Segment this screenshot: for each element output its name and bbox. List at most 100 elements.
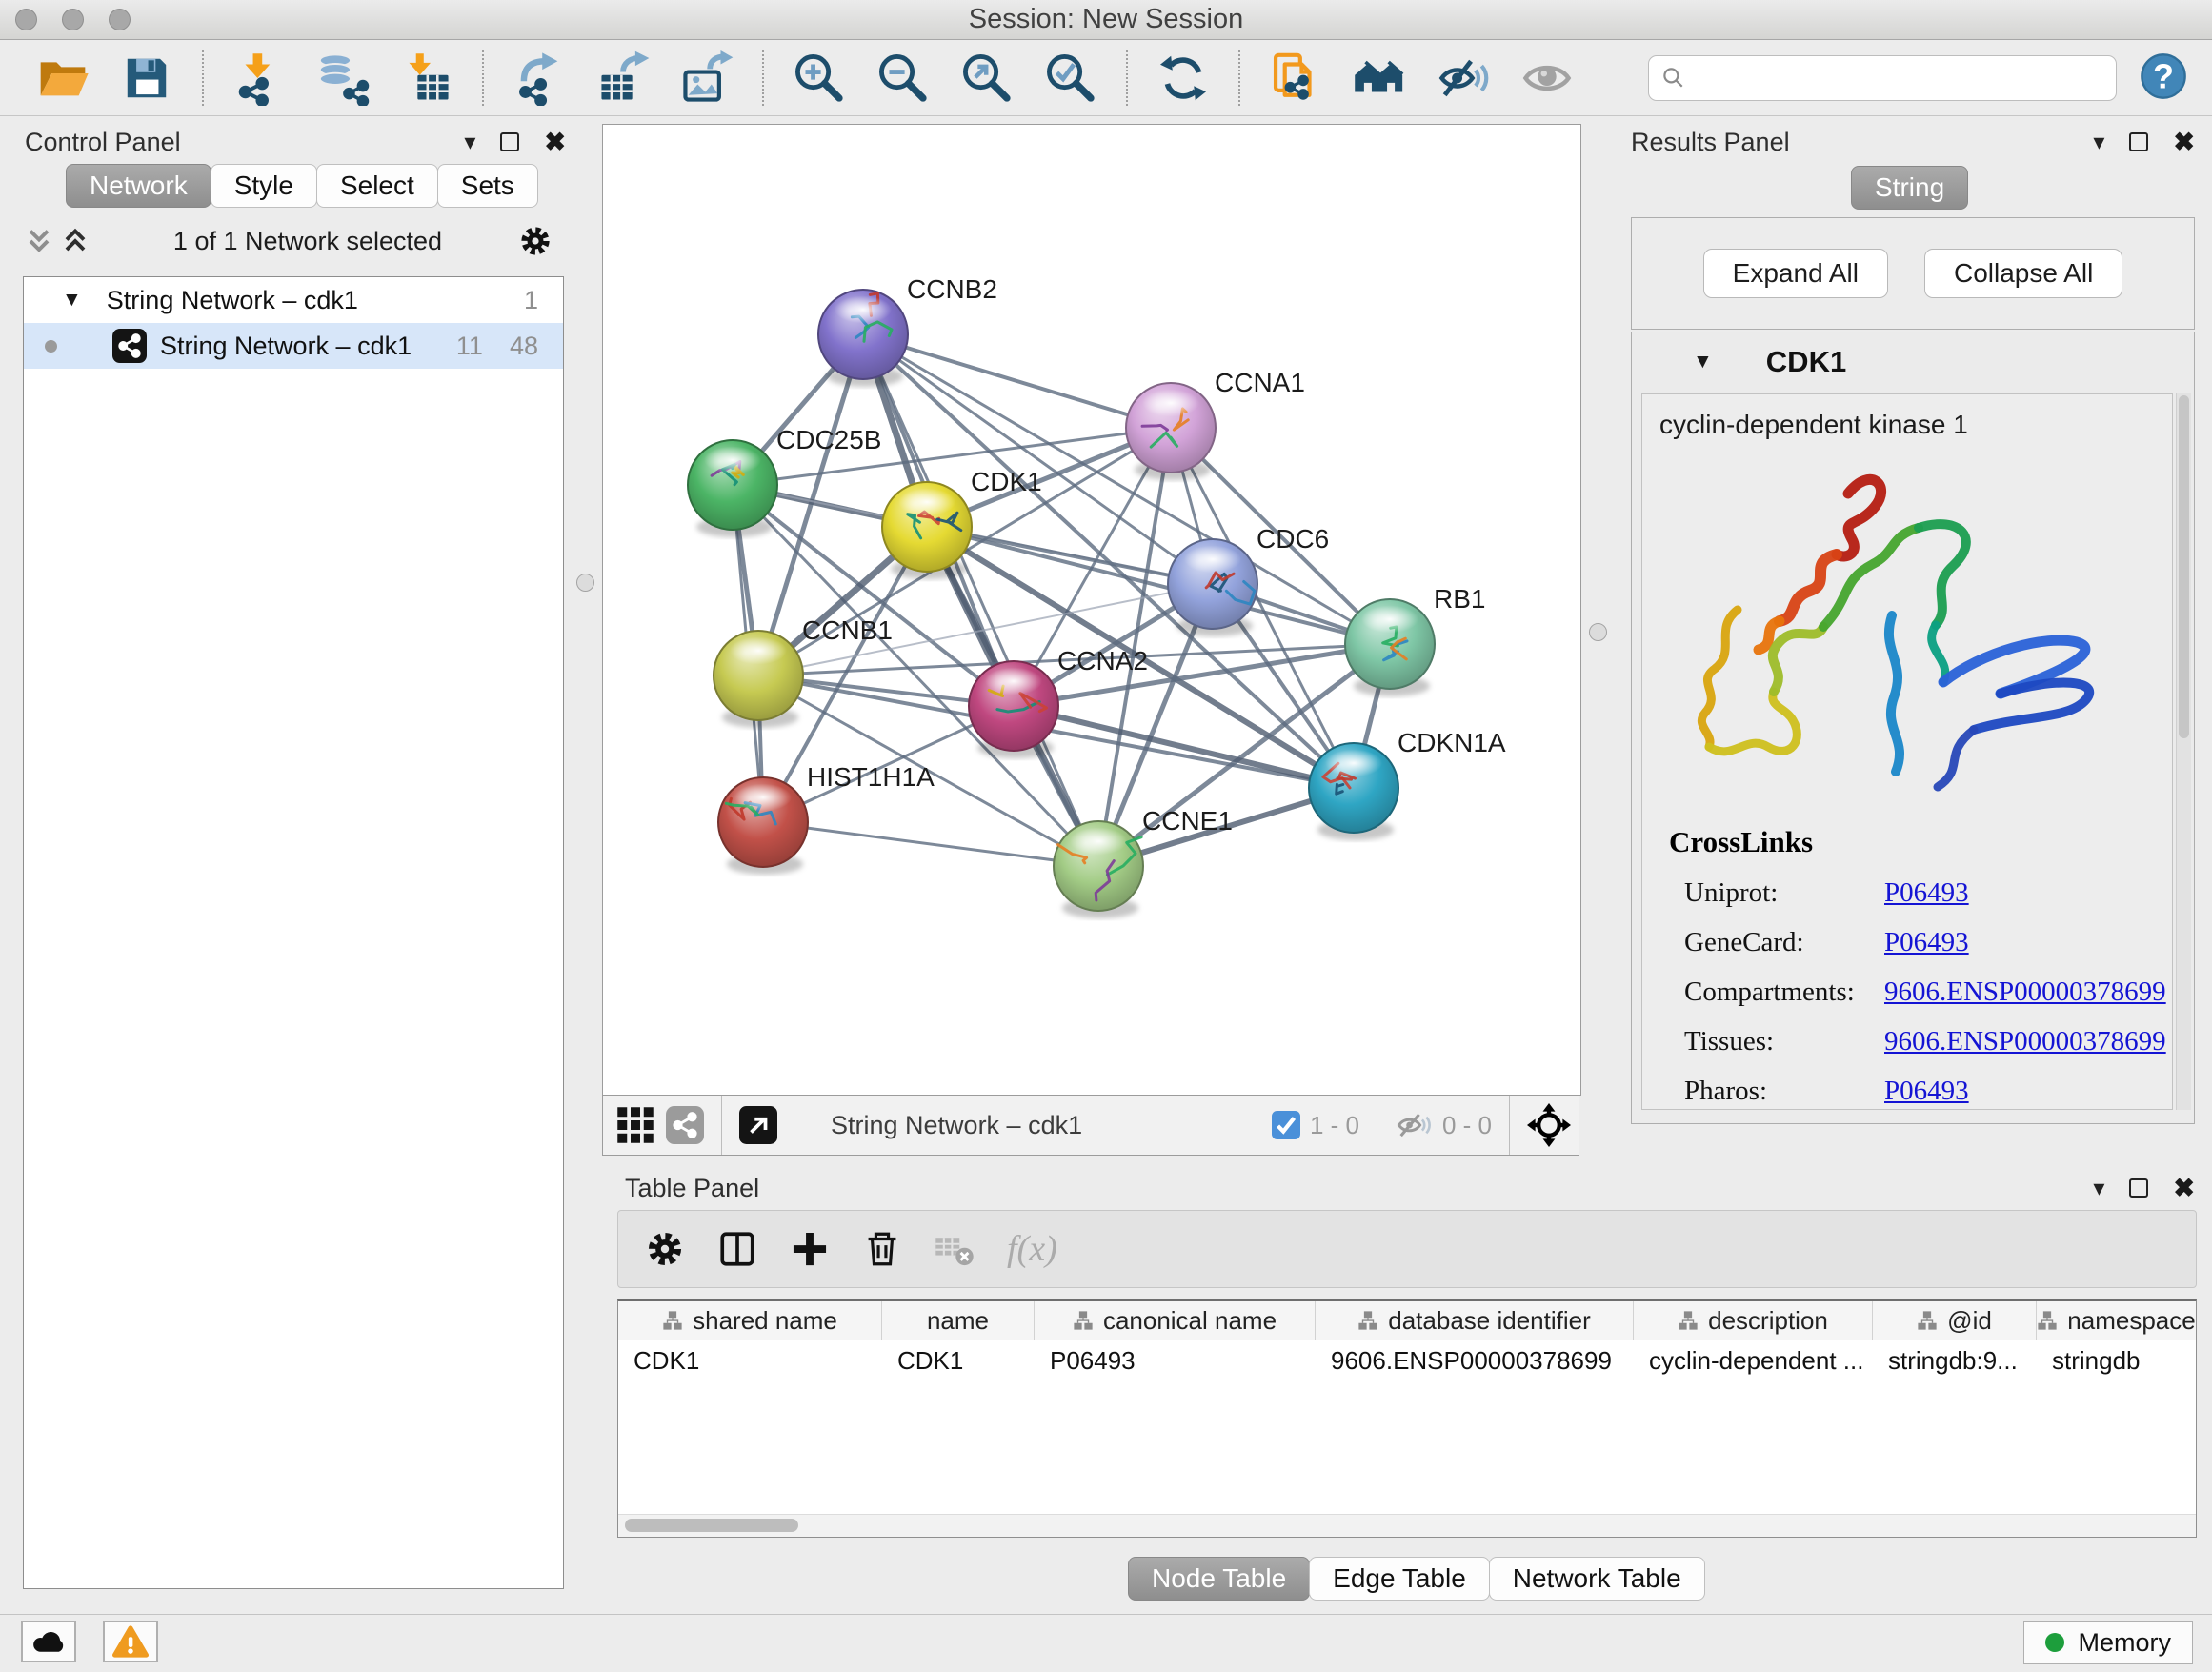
table-panel-float-button[interactable]: [2129, 1178, 2148, 1198]
table-row[interactable]: CDK1 CDK1 P06493 9606.ENSP00000378699 cy…: [618, 1340, 2196, 1380]
network-row[interactable]: String Network – cdk1 11 48: [24, 323, 563, 369]
results-panel-close-button[interactable]: ✖: [2173, 128, 2195, 157]
control-panel-menu-button[interactable]: ▾: [464, 129, 475, 156]
results-scrollbar[interactable]: [2176, 393, 2191, 1110]
crosslink-link[interactable]: 9606.ENSP00000378699: [1884, 977, 2166, 1008]
hidden-toggle[interactable]: [1395, 1106, 1433, 1144]
import-table-file-button[interactable]: [385, 44, 469, 112]
export-table-button[interactable]: [581, 44, 665, 112]
tab-select[interactable]: Select: [316, 164, 438, 208]
network-view-share-button[interactable]: [666, 1106, 704, 1144]
results-panel-float-button[interactable]: [2129, 132, 2148, 151]
scrollbar-thumb[interactable]: [2179, 395, 2189, 738]
string-home-button[interactable]: [1337, 44, 1421, 112]
selected-nodes-checkbox[interactable]: [1272, 1111, 1300, 1139]
column-header-database-identifier[interactable]: database identifier: [1316, 1301, 1634, 1340]
table-horizontal-scrollbar[interactable]: [618, 1514, 2196, 1537]
collapse-triangle-icon[interactable]: ▼: [1693, 351, 1713, 373]
cloud-button[interactable]: [21, 1621, 76, 1662]
gear-icon: [645, 1229, 685, 1269]
control-panel-close-button[interactable]: ✖: [544, 128, 566, 157]
function-builder-button[interactable]: f(x): [1007, 1228, 1057, 1270]
tab-node-table[interactable]: Node Table: [1128, 1557, 1310, 1601]
collapse-all-networks-button[interactable]: [61, 228, 90, 254]
birds-eye-toggle-button[interactable]: [1527, 1103, 1571, 1147]
network-node-CDC6[interactable]: CDC6: [1168, 524, 1329, 636]
zoom-out-icon: [875, 50, 931, 106]
column-header-shared-name[interactable]: shared name: [618, 1301, 882, 1340]
refresh-view-button[interactable]: [1141, 44, 1225, 112]
column-header-namespace[interactable]: namespace: [2037, 1301, 2196, 1340]
network-node-CCNB1[interactable]: CCNB1: [714, 615, 893, 728]
splitter-handle-right[interactable]: [1589, 623, 1607, 641]
tab-style[interactable]: Style: [211, 164, 317, 208]
collapse-all-button[interactable]: Collapse All: [1924, 249, 2122, 298]
show-all-button[interactable]: [1505, 44, 1589, 112]
detach-view-button[interactable]: [739, 1106, 777, 1144]
double-chevron-down-icon: [25, 228, 53, 254]
results-panel-menu-button[interactable]: ▾: [2093, 129, 2104, 156]
table-panel-menu-button[interactable]: ▾: [2093, 1175, 2104, 1202]
hide-unselected-button[interactable]: [1421, 44, 1505, 112]
network-node-RB1[interactable]: RB1: [1345, 584, 1485, 696]
show-grid-button[interactable]: [616, 1106, 654, 1144]
houses-icon: [1352, 50, 1407, 106]
tab-network[interactable]: Network: [66, 164, 211, 208]
table-options-button[interactable]: [645, 1229, 685, 1269]
crosslink-link[interactable]: 9606.ENSP00000378699: [1884, 1026, 2166, 1058]
export-image-button[interactable]: [665, 44, 749, 112]
import-network-database-button[interactable]: [301, 44, 385, 112]
zoom-fit-button[interactable]: [945, 44, 1029, 112]
scrollbar-thumb[interactable]: [625, 1519, 798, 1532]
crosslink-link[interactable]: P06493: [1884, 927, 1969, 958]
splitter-handle-left[interactable]: [576, 574, 594, 592]
open-session-button[interactable]: [21, 44, 105, 112]
memory-button[interactable]: Memory: [2023, 1621, 2193, 1664]
add-column-button[interactable]: [790, 1229, 830, 1269]
column-header-name[interactable]: name: [882, 1301, 1035, 1340]
network-node-CDC25B[interactable]: CDC25B: [688, 425, 881, 537]
expand-all-button[interactable]: Expand All: [1703, 249, 1888, 298]
delete-column-button[interactable]: [862, 1229, 902, 1269]
network-node-CCNA1[interactable]: CCNA1: [1126, 368, 1305, 480]
grid-icon: [616, 1106, 654, 1144]
show-columns-button[interactable]: [717, 1229, 757, 1269]
collapse-triangle-icon[interactable]: ▼: [62, 289, 82, 312]
column-header-id[interactable]: @id: [1873, 1301, 2037, 1340]
tab-edge-table[interactable]: Edge Table: [1309, 1557, 1490, 1601]
column-header-description[interactable]: description: [1634, 1301, 1873, 1340]
column-header-canonical-name[interactable]: canonical name: [1035, 1301, 1316, 1340]
crosslink-link[interactable]: P06493: [1884, 877, 1969, 909]
save-session-button[interactable]: [105, 44, 189, 112]
network-collection-row[interactable]: ▼ String Network – cdk1 1: [24, 277, 563, 323]
copy-network-button[interactable]: [1254, 44, 1337, 112]
tab-sets[interactable]: Sets: [437, 164, 538, 208]
network-node-CDKN1A[interactable]: CDKN1A: [1309, 728, 1506, 840]
table-panel-close-button[interactable]: ✖: [2173, 1174, 2195, 1203]
node-label: CCNA2: [1057, 646, 1148, 675]
delete-table-button[interactable]: [935, 1229, 975, 1269]
network-node-CCNB2[interactable]: CCNB2: [818, 274, 997, 387]
zoom-selected-button[interactable]: [1029, 44, 1113, 112]
expand-all-networks-button[interactable]: [25, 228, 53, 254]
network-node-HIST1H1A[interactable]: HIST1H1A: [718, 762, 935, 875]
zoom-out-button[interactable]: [861, 44, 945, 112]
network-node-CDK1[interactable]: CDK1: [882, 467, 1042, 579]
network-canvas[interactable]: CCNB2 CCNA1 CDC25BCDK1 CDC6RB1 CCNB1 CCNA2 CDK…: [602, 124, 1581, 1096]
control-panel-float-button[interactable]: [500, 132, 519, 151]
table-tabs: Node Table Edge Table Network Table: [1129, 1557, 1705, 1601]
export-network-button[interactable]: [497, 44, 581, 112]
zoom-in-button[interactable]: [777, 44, 861, 112]
crosslink-link[interactable]: P06493: [1884, 1076, 1969, 1107]
warnings-button[interactable]: [103, 1621, 158, 1662]
search-input[interactable]: [1687, 62, 2104, 93]
gene-section-header[interactable]: ▼ CDK1: [1632, 332, 2194, 392]
network-options-button[interactable]: [518, 224, 553, 258]
import-network-file-button[interactable]: [217, 44, 301, 112]
help-button[interactable]: ?: [2140, 52, 2187, 103]
tab-network-table[interactable]: Network Table: [1489, 1557, 1705, 1601]
toolbar-separator: [1238, 50, 1240, 106]
gene-description: cyclin-dependent kinase 1: [1659, 410, 1968, 440]
table-panel-title: Table Panel: [625, 1174, 759, 1203]
tab-string[interactable]: String: [1851, 166, 1968, 210]
